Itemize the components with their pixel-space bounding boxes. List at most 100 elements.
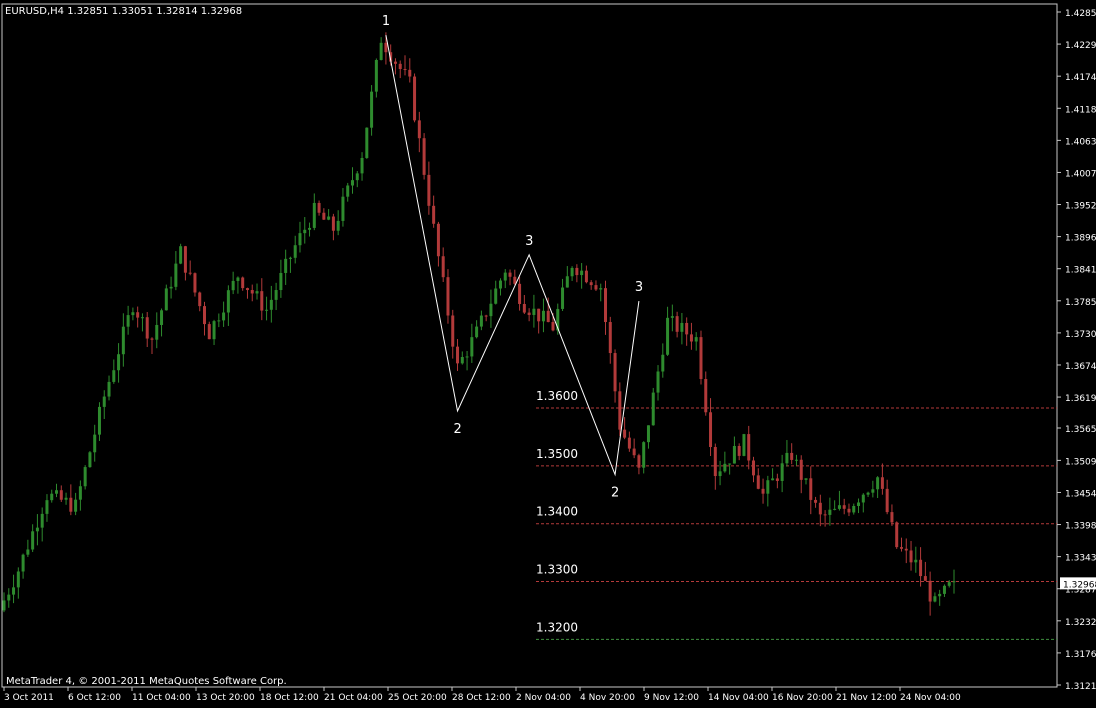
candle-body [145, 317, 149, 339]
candle-body [933, 596, 937, 602]
candle-body [632, 448, 636, 456]
candle-body [570, 267, 574, 277]
y-tick-label: 1.34540 [1065, 489, 1096, 499]
plot-frame [1, 3, 1058, 688]
candle-body [627, 437, 631, 449]
wave-label: 3 [635, 280, 643, 295]
candle-body [551, 322, 555, 331]
candle-body [7, 594, 11, 601]
candle-body [45, 500, 49, 514]
candle-body [704, 379, 708, 413]
candle-body [288, 257, 292, 259]
candle-body [475, 326, 479, 338]
candle-body [890, 512, 894, 523]
candle-body [131, 312, 135, 316]
x-tick-label: 21 Nov 12:00 [836, 693, 897, 703]
candle-body [623, 429, 627, 438]
candle-body [756, 475, 760, 489]
candle-body [198, 292, 202, 307]
candle-body [498, 280, 502, 289]
candle-body [451, 315, 455, 347]
candle-body [245, 288, 249, 291]
y-tick-label: 1.41185 [1065, 105, 1096, 115]
candle-body [804, 478, 808, 480]
candle-body [479, 315, 483, 327]
candle-body [465, 356, 469, 358]
candle-body [484, 315, 488, 317]
candle-body [40, 513, 44, 528]
candle-body [919, 559, 923, 577]
y-tick-label: 1.37855 [1065, 298, 1096, 308]
level-label: 1.3500 [536, 447, 578, 461]
candle-body [508, 272, 512, 277]
copyright-footer: MetaTrader 4, © 2001-2011 MetaQuotes Sof… [6, 676, 287, 687]
candle-body [183, 246, 187, 273]
candle-body [255, 291, 259, 294]
candle-body [828, 509, 832, 515]
candle-body [809, 478, 813, 500]
candle-body [613, 353, 617, 392]
x-tick-label: 14 Nov 04:00 [708, 693, 769, 703]
candle-body [417, 120, 421, 139]
candle-body [618, 391, 622, 430]
x-tick-label: 25 Oct 20:00 [388, 693, 447, 703]
candle-body [88, 452, 92, 468]
candle-body [670, 316, 674, 318]
candle-body [661, 354, 665, 372]
candle-body [794, 459, 798, 461]
x-tick-label: 11 Oct 04:00 [132, 693, 191, 703]
candle-body [675, 316, 679, 332]
y-tick-label: 1.33430 [1065, 554, 1096, 564]
candle-body [83, 467, 87, 487]
candle-body [160, 310, 164, 325]
candle-body [541, 310, 545, 322]
candle-body [250, 290, 254, 294]
candle-body [709, 412, 713, 448]
candle-body [489, 303, 493, 317]
candle-body [637, 455, 641, 468]
y-tick-label: 1.31765 [1065, 650, 1096, 660]
candle-body [823, 514, 827, 516]
x-tick-label: 9 Nov 12:00 [644, 693, 699, 703]
candle-body [814, 499, 818, 503]
level-label: 1.3600 [536, 389, 578, 403]
candle-body [327, 216, 331, 220]
x-tick-label: 21 Oct 04:00 [324, 693, 383, 703]
candle-body [12, 587, 16, 595]
candle-body [303, 229, 307, 234]
current-price-label: 1.32968 [1063, 580, 1096, 590]
wave-label: 3 [525, 234, 533, 249]
candle-body [126, 315, 130, 327]
candle-body [895, 522, 899, 548]
chart-header: EURUSD,H4 1.32851 1.33051 1.32814 1.3296… [5, 6, 242, 17]
y-tick-label: 1.39520 [1065, 202, 1096, 212]
candle-body [842, 505, 846, 509]
candle-body [689, 334, 693, 342]
candle-body [518, 283, 522, 304]
candle-body [231, 280, 235, 291]
candle-body [537, 308, 541, 322]
y-tick-label: 1.38965 [1065, 234, 1096, 244]
chart-canvas[interactable]: 1.3600 1.3500 1.3400 1.3300 1.3200 1 2 3 2 3 1.4… [0, 0, 1096, 704]
y-tick-label: 1.37300 [1065, 330, 1096, 340]
candle-body [74, 499, 78, 512]
candle-body [370, 91, 374, 128]
candle-body [408, 69, 412, 77]
candle-body [651, 392, 655, 426]
candle-body [260, 291, 264, 311]
price-chart[interactable]: 1.3600 1.3500 1.3400 1.3300 1.3200 1 2 3 2 3 1.4… [0, 0, 1096, 704]
x-tick-label: 6 Oct 12:00 [68, 693, 121, 703]
candle-body [107, 381, 111, 397]
candle-body [790, 452, 794, 460]
candle-body [747, 434, 751, 461]
candle-body [470, 337, 474, 357]
candle-body [604, 288, 608, 323]
candle-body [580, 270, 584, 276]
candle-body [857, 502, 861, 506]
candle-body [312, 202, 316, 228]
candle-body [436, 223, 440, 257]
y-tick-label: 1.36190 [1065, 394, 1096, 404]
candle-body [365, 127, 369, 158]
candle-body [938, 593, 942, 597]
candle-body [460, 356, 464, 364]
